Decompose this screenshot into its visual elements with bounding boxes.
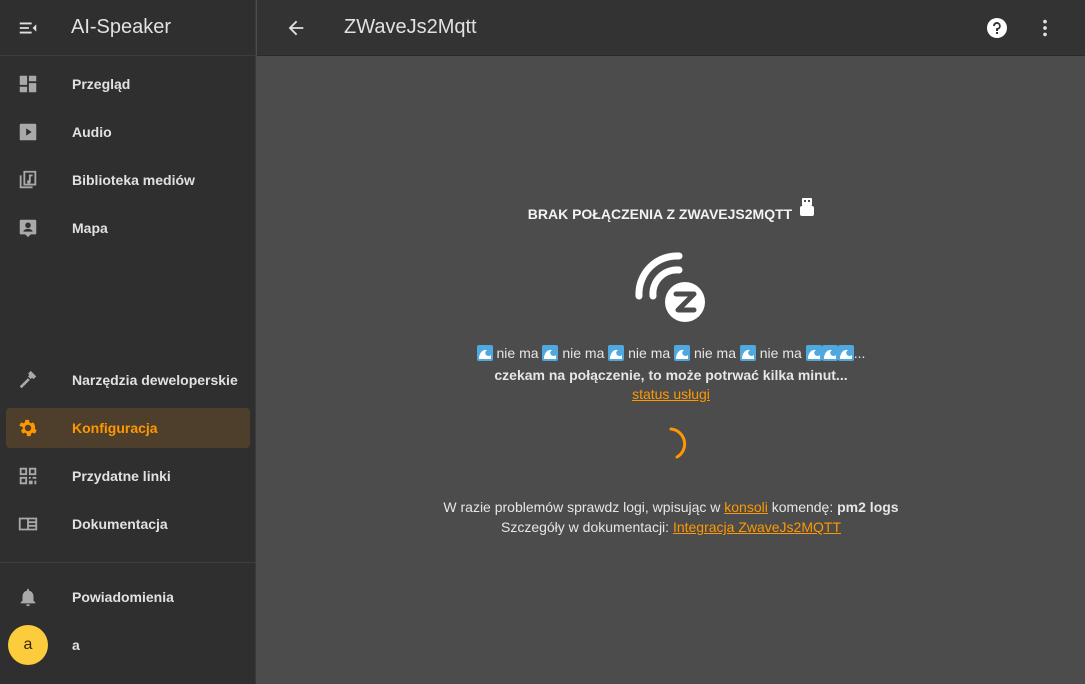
bell-icon	[6, 586, 50, 608]
help-middle: komendę:	[767, 499, 838, 515]
help-circle-icon	[987, 17, 1007, 38]
sidebar-item-user[interactable]: a a	[6, 625, 250, 665]
nie-ma-text: nie ma	[562, 345, 605, 361]
sidebar-item-label: Mapa	[72, 220, 108, 236]
book-icon	[6, 513, 50, 535]
page-title: ZWaveJs2Mqtt	[344, 16, 477, 38]
nie-ma-text: nie ma	[693, 345, 736, 361]
gear-icon	[6, 417, 50, 439]
user-name: a	[72, 637, 80, 653]
music-library-icon	[6, 169, 50, 191]
sidebar-item-label: Przydatne linki	[72, 468, 171, 484]
details-line: Szczegóły w dokumentacji: Integracja Zwa…	[257, 519, 1085, 535]
menu-collapse-button[interactable]	[0, 0, 56, 56]
sidebar-item-przeglad[interactable]: Przegląd	[6, 64, 250, 104]
help-prefix: W razie problemów sprawdz logi, wpisując…	[443, 499, 725, 515]
help-button[interactable]	[973, 0, 1021, 56]
sidebar-item-konfiguracja[interactable]: Konfiguracja	[6, 408, 250, 448]
sidebar-item-linki[interactable]: Przydatne linki	[6, 456, 250, 496]
avatar-wrapper: a	[6, 625, 50, 665]
app-title: AI-Speaker	[71, 16, 172, 38]
back-button[interactable]	[257, 0, 335, 56]
wave-icon	[805, 345, 822, 361]
zwave-logo	[257, 250, 1085, 331]
zwave-logo-icon	[635, 252, 705, 322]
status-link-row: status usługi	[257, 386, 1085, 402]
wave-icon	[837, 345, 854, 361]
sidebar-item-mapa[interactable]: Mapa	[6, 208, 250, 248]
nie-ma-text: nie ma	[759, 345, 802, 361]
loading-spinner	[257, 426, 1085, 467]
topbar: ZWaveJs2Mqtt	[257, 0, 1085, 56]
dots-vertical-icon	[1043, 19, 1047, 36]
console-link[interactable]: konsoli	[724, 499, 768, 515]
nie-ma-text: nie ma	[496, 345, 539, 361]
sidebar-item-label: Przegląd	[72, 76, 131, 92]
dashboard-icon	[6, 73, 50, 95]
wave-icon	[608, 345, 625, 361]
usb-icon	[800, 198, 815, 216]
connection-heading-row: BRAK POŁĄCZENIA Z ZWAVEJS2MQTT	[257, 198, 1085, 222]
main-content: BRAK POŁĄCZENIA Z ZWAVEJS2MQTT nie ma ni…	[257, 56, 1085, 684]
ellipsis-text: ...	[853, 345, 866, 361]
sidebar-item-biblioteka[interactable]: Biblioteka mediów	[6, 160, 250, 200]
wave-icon	[476, 345, 493, 361]
status-link[interactable]: status usługi	[632, 386, 710, 402]
waiting-text: czekam na połączenie, to może potrwać ki…	[494, 367, 848, 383]
wave-icon	[739, 345, 756, 361]
help-line: W razie problemów sprawdz logi, wpisując…	[257, 499, 1085, 515]
sidebar-item-powiadomienia[interactable]: Powiadomienia	[6, 577, 250, 617]
wave-icon	[674, 345, 691, 361]
sidebar: AI-Speaker Przegląd Audio Biblioteka med…	[0, 0, 256, 684]
wave-icon	[821, 345, 838, 361]
account-box-icon	[6, 217, 50, 239]
sidebar-item-label: Biblioteka mediów	[72, 172, 195, 188]
sidebar-item-label: Konfiguracja	[72, 420, 158, 436]
more-menu-button[interactable]	[1021, 0, 1069, 56]
nie-ma-line: nie ma nie ma nie ma nie ma nie ma ...	[257, 345, 1085, 361]
wave-icon	[542, 345, 559, 361]
hammer-icon	[6, 369, 50, 391]
sidebar-item-label: Narzędzia deweloperskie	[72, 372, 238, 388]
qrcode-icon	[6, 465, 50, 487]
sidebar-header: AI-Speaker	[0, 0, 255, 56]
sidebar-item-narzedzia[interactable]: Narzędzia deweloperskie	[6, 360, 250, 400]
connection-heading: BRAK POŁĄCZENIA Z ZWAVEJS2MQTT	[527, 206, 793, 222]
sidebar-divider	[0, 562, 256, 563]
arrow-left-icon	[288, 20, 304, 35]
command-text: pm2 logs	[837, 499, 899, 515]
docs-link[interactable]: Integracja ZwaveJs2MQTT	[673, 519, 841, 535]
details-prefix: Szczegóły w dokumentacji:	[500, 519, 673, 535]
avatar: a	[8, 625, 48, 665]
menu-collapse-icon	[19, 22, 37, 33]
sidebar-item-dokumentacja[interactable]: Dokumentacja	[6, 504, 250, 544]
spinner-icon	[669, 427, 687, 459]
nie-ma-text: nie ma	[628, 345, 671, 361]
play-box-icon	[6, 121, 50, 143]
sidebar-item-label: Audio	[72, 124, 112, 140]
sidebar-item-label: Powiadomienia	[72, 589, 174, 605]
sidebar-item-label: Dokumentacja	[72, 516, 168, 532]
sidebar-item-audio[interactable]: Audio	[6, 112, 250, 152]
